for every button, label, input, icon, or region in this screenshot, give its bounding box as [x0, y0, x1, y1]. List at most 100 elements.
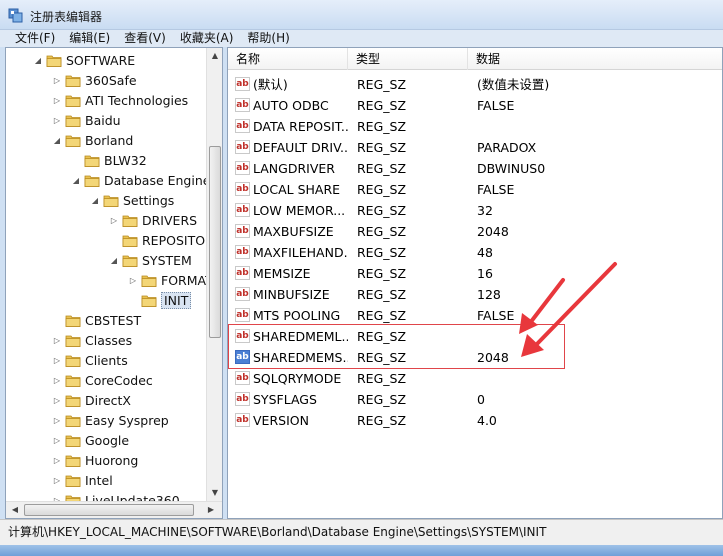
tree-node-label: BLW32	[104, 152, 147, 168]
expanded-arrow-icon[interactable]: ◢	[52, 135, 62, 145]
value-type: REG_SZ	[357, 119, 407, 134]
column-header: 名称 类型 数据	[228, 48, 722, 70]
collapsed-arrow-icon[interactable]: ▷	[52, 435, 62, 445]
tree-node[interactable]: ▷ FORMAT	[128, 270, 213, 290]
tree-node[interactable]: ▷ DRIVERS	[109, 210, 197, 230]
collapsed-arrow-icon[interactable]: ▷	[109, 215, 119, 225]
menu-file[interactable]: 文件(F)	[8, 30, 62, 47]
collapsed-arrow-icon[interactable]: ▷	[52, 475, 62, 485]
value-type: REG_SZ	[357, 245, 407, 260]
tree-node[interactable]: ▷ CoreCodec	[52, 370, 153, 390]
menu-favorites[interactable]: 收藏夹(A)	[173, 30, 241, 47]
tree-node[interactable]: ◢ SYSTEM	[109, 250, 192, 270]
tree-scroll-thumb[interactable]	[209, 146, 221, 338]
value-row[interactable]: ab (默认) REG_SZ (数值未设置)	[228, 74, 722, 95]
collapsed-arrow-icon[interactable]: ▷	[52, 415, 62, 425]
collapsed-arrow-icon[interactable]: ▷	[52, 75, 62, 85]
key-tree-pane[interactable]: ◢ SOFTWARE ▷ 360Safe ▷ ATI Technologies ▷ Baidu…	[5, 47, 223, 519]
value-row[interactable]: ab MAXBUFSIZE REG_SZ 2048	[228, 221, 722, 242]
collapsed-arrow-icon[interactable]: ▷	[52, 335, 62, 345]
collapsed-arrow-icon[interactable]: ▷	[52, 355, 62, 365]
tree-node[interactable]: ▷ Clients	[52, 350, 128, 370]
tree-node[interactable]: ▷ Easy Sysprep	[52, 410, 169, 430]
tree-node[interactable]: REPOSITOR	[109, 230, 214, 250]
value-data: PARADOX	[477, 140, 537, 155]
tree-horizontal-scrollbar[interactable]: ◀ ▶	[6, 501, 222, 518]
value-name: DEFAULT DRIV...	[253, 140, 348, 155]
value-row[interactable]: ab LANGDRIVER REG_SZ DBWINUS0	[228, 158, 722, 179]
value-row[interactable]: ab MEMSIZE REG_SZ 16	[228, 263, 722, 284]
tree-node[interactable]: ▷ Google	[52, 430, 129, 450]
tree-vertical-scrollbar[interactable]: ▲ ▼	[206, 48, 222, 502]
collapsed-arrow-icon[interactable]: ▷	[128, 275, 138, 285]
tree-hscroll-thumb[interactable]	[24, 504, 194, 516]
value-data: (数值未设置)	[477, 77, 550, 92]
expanded-arrow-icon[interactable]: ◢	[33, 55, 43, 65]
collapsed-arrow-icon[interactable]: ▷	[52, 455, 62, 465]
folder-icon	[122, 215, 138, 227]
tree-node[interactable]: ▷ Classes	[52, 330, 132, 350]
scroll-up-icon[interactable]: ▲	[210, 51, 220, 61]
expanded-arrow-icon[interactable]: ◢	[71, 175, 81, 185]
tree-node[interactable]: ▷ Huorong	[52, 450, 138, 470]
scroll-right-icon[interactable]: ▶	[206, 505, 216, 515]
string-value-icon: ab	[235, 266, 250, 280]
tree-node[interactable]: ▷ Baidu	[52, 110, 121, 130]
value-data: FALSE	[477, 98, 515, 113]
scroll-left-icon[interactable]: ◀	[10, 505, 20, 515]
value-row[interactable]: ab MAXFILEHAND... REG_SZ 48	[228, 242, 722, 263]
value-data	[477, 368, 717, 389]
tree-connector	[52, 315, 62, 325]
menu-help[interactable]: 帮助(H)	[240, 30, 296, 47]
value-row[interactable]: ab VERSION REG_SZ 4.0	[228, 410, 722, 431]
tree-connector	[71, 155, 81, 165]
tree-node[interactable]: ◢ Database Engine	[71, 170, 211, 190]
tree-node-label: SYSTEM	[142, 252, 192, 268]
menu-edit[interactable]: 编辑(E)	[62, 30, 117, 47]
tree-node[interactable]: ◢ SOFTWARE	[33, 50, 135, 70]
value-row[interactable]: ab SYSFLAGS REG_SZ 0	[228, 389, 722, 410]
string-value-icon: ab	[235, 308, 250, 322]
tree-node-label: Easy Sysprep	[85, 412, 169, 428]
tree-node[interactable]: ▷ ATI Technologies	[52, 90, 188, 110]
string-value-icon: ab	[235, 161, 250, 175]
collapsed-arrow-icon[interactable]: ▷	[52, 115, 62, 125]
tree-node-label: FORMAT	[161, 272, 213, 288]
value-row[interactable]: ab MTS POOLING REG_SZ FALSE	[228, 305, 722, 326]
collapsed-arrow-icon[interactable]: ▷	[52, 375, 62, 385]
collapsed-arrow-icon[interactable]: ▷	[52, 95, 62, 105]
tree-node[interactable]: ▷ 360Safe	[52, 70, 137, 90]
tree-node[interactable]: ▷ Intel	[52, 470, 113, 490]
value-data	[477, 116, 717, 137]
expanded-arrow-icon[interactable]: ◢	[109, 255, 119, 265]
column-name[interactable]: 名称	[228, 48, 348, 70]
collapsed-arrow-icon[interactable]: ▷	[52, 395, 62, 405]
values-pane[interactable]: 名称 类型 数据 ab (默认) REG_SZ (数值未设置) ab AUTO ODBC R…	[227, 47, 723, 519]
expanded-arrow-icon[interactable]: ◢	[90, 195, 100, 205]
value-type: REG_SZ	[357, 224, 407, 239]
scroll-down-icon[interactable]: ▼	[210, 488, 220, 498]
value-row[interactable]: ab SQLQRYMODE REG_SZ	[228, 368, 722, 389]
value-row[interactable]: ab LOW MEMOR... REG_SZ 32	[228, 200, 722, 221]
string-value-icon: ab	[235, 245, 250, 259]
value-data: DBWINUS0	[477, 161, 546, 176]
value-row[interactable]: ab AUTO ODBC REG_SZ FALSE	[228, 95, 722, 116]
tree-node-label: Borland	[85, 132, 134, 148]
tree-node[interactable]: ◢ Settings	[90, 190, 174, 210]
tree-node[interactable]: CBSTEST	[52, 310, 141, 330]
menu-view[interactable]: 查看(V)	[117, 30, 173, 47]
value-row[interactable]: ab DEFAULT DRIV... REG_SZ PARADOX	[228, 137, 722, 158]
value-name: LOCAL SHARE	[253, 182, 341, 197]
value-row[interactable]: ab LOCAL SHARE REG_SZ FALSE	[228, 179, 722, 200]
value-name: MINBUFSIZE	[253, 287, 330, 302]
tree-node[interactable]: BLW32	[71, 150, 147, 170]
tree-node-label: Classes	[85, 332, 133, 348]
tree-node-label: CoreCodec	[85, 372, 153, 388]
tree-node[interactable]: INIT	[128, 290, 192, 310]
value-row[interactable]: ab MINBUFSIZE REG_SZ 128	[228, 284, 722, 305]
column-type[interactable]: 类型	[348, 48, 468, 70]
tree-node[interactable]: ◢ Borland	[52, 130, 133, 150]
tree-node[interactable]: ▷ DirectX	[52, 390, 131, 410]
value-row[interactable]: ab DATA REPOSIT... REG_SZ	[228, 116, 722, 137]
column-data[interactable]: 数据	[468, 48, 722, 70]
